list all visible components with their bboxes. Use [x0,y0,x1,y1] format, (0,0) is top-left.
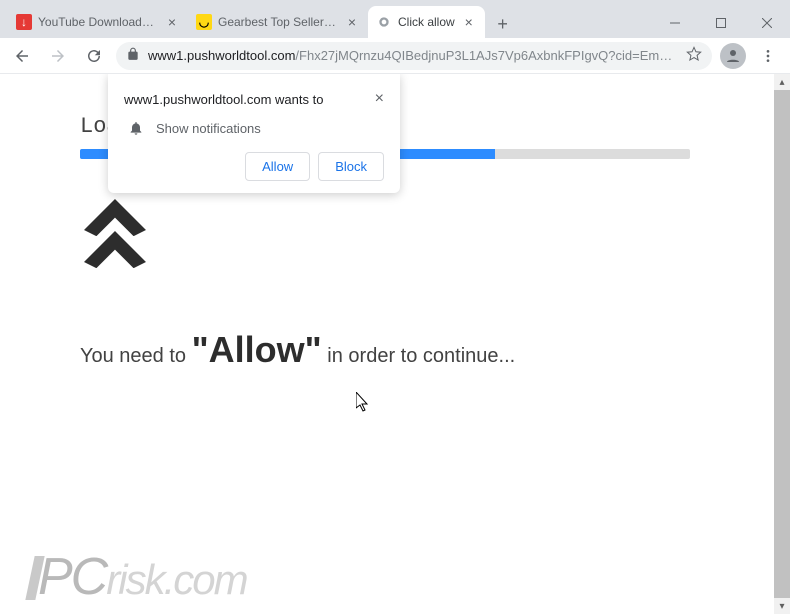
scroll-up-arrow[interactable]: ▴ [774,74,790,90]
double-chevron-up-icon [84,199,710,269]
address-bar[interactable]: www1.pushworldtool.com/Fhx27jMQrnzu4QIBe… [116,42,712,70]
tab-title: YouTube Downloader - Do [38,15,158,29]
reload-button[interactable] [80,42,108,70]
tab-title: Click allow [398,15,455,29]
smile-icon: ◡ [196,14,212,30]
close-icon[interactable]: × [461,14,477,30]
back-button[interactable] [8,42,36,70]
page-icon [376,14,392,30]
vertical-scrollbar[interactable]: ▴ ▾ [774,74,790,614]
tab-youtube-downloader[interactable]: ↓ YouTube Downloader - Do × [8,6,188,38]
profile-button[interactable] [720,43,746,69]
bell-icon [128,120,144,136]
url-text: www1.pushworldtool.com/Fhx27jMQrnzu4QIBe… [148,48,678,63]
lock-icon [126,47,140,64]
tab-click-allow[interactable]: Click allow × [368,6,485,38]
scrollbar-thumb[interactable] [774,74,790,614]
tab-gearbest[interactable]: ◡ Gearbest Top Seller - Dive × [188,6,368,38]
page-viewport: www1.pushworldtool.com wants to × Show n… [0,74,790,614]
download-icon: ↓ [16,14,32,30]
forward-button [44,42,72,70]
permission-label: Show notifications [156,121,261,136]
bookmark-star-icon[interactable] [686,46,702,65]
browser-titlebar: ↓ YouTube Downloader - Do × ◡ Gearbest T… [0,0,790,38]
menu-button[interactable] [754,42,782,70]
tab-strip: ↓ YouTube Downloader - Do × ◡ Gearbest T… [0,4,517,38]
browser-toolbar: www1.pushworldtool.com/Fhx27jMQrnzu4QIBe… [0,38,790,74]
new-tab-button[interactable]: + [489,10,517,38]
tab-title: Gearbest Top Seller - Dive [218,15,338,29]
instruction-text: You need to "Allow" in order to continue… [80,329,710,371]
close-window-button[interactable] [744,8,790,38]
close-icon[interactable]: × [375,90,384,108]
window-controls [652,8,790,38]
maximize-button[interactable] [698,8,744,38]
close-icon[interactable]: × [344,14,360,30]
scroll-down-arrow[interactable]: ▾ [774,598,790,614]
block-button[interactable]: Block [318,152,384,181]
notification-permission-popup: www1.pushworldtool.com wants to × Show n… [108,74,400,193]
minimize-button[interactable] [652,8,698,38]
popup-origin-text: www1.pushworldtool.com wants to [124,92,323,107]
allow-button[interactable]: Allow [245,152,310,181]
close-icon[interactable]: × [164,14,180,30]
pcrisk-watermark: PCrisk.com [30,551,247,604]
